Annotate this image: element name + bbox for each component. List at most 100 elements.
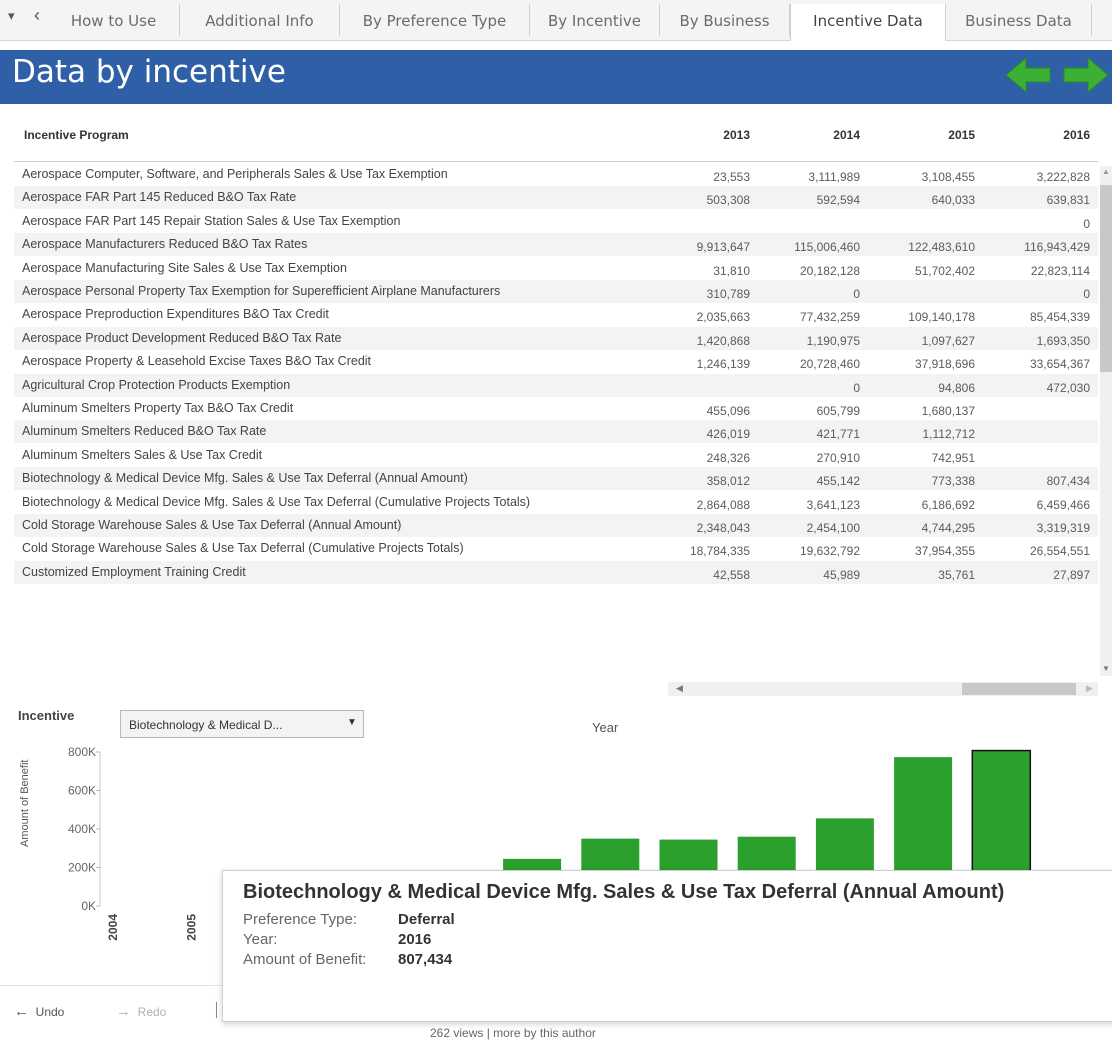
previous-arrow-icon[interactable] <box>1004 54 1054 96</box>
value-cell-2016: 0 <box>1083 216 1090 231</box>
tooltip-value: 2016 <box>398 931 432 948</box>
incentive-name-cell: Biotechnology & Medical Device Mfg. Sale… <box>22 494 531 509</box>
undo-button[interactable]: ← Undo <box>14 1003 64 1020</box>
column-header-2014[interactable]: 2014 <box>790 128 860 142</box>
tab-business-data[interactable]: Business Data <box>946 4 1092 36</box>
value-cell-2013: 18,784,335 <box>689 544 750 559</box>
scroll-right-icon[interactable]: ▶ <box>1086 683 1093 694</box>
tooltip-title: Biotechnology & Medical Device Mfg. Sale… <box>243 881 1005 903</box>
value-cell-2014: 592,594 <box>816 193 860 208</box>
column-header-2016[interactable]: 2016 <box>1020 128 1090 142</box>
value-cell-2013: 2,035,663 <box>696 310 750 325</box>
value-cell-2013: 503,308 <box>706 193 750 208</box>
table-row[interactable]: Aerospace Computer, Software, and Periph… <box>14 163 1098 186</box>
table-row[interactable]: Cold Storage Warehouse Sales & Use Tax D… <box>14 537 1098 560</box>
incentive-name-cell: Biotechnology & Medical Device Mfg. Sale… <box>22 471 468 486</box>
value-cell-2015: 37,918,696 <box>914 357 975 372</box>
table-row[interactable]: Biotechnology & Medical Device Mfg. Sale… <box>14 491 1098 514</box>
title-banner: Data by incentive <box>0 50 1112 104</box>
value-cell-2015: 51,702,402 <box>914 263 975 278</box>
next-arrow-icon[interactable] <box>1060 54 1112 96</box>
value-cell-2013: 23,553 <box>713 170 750 184</box>
table-row[interactable]: Aerospace Manufacturers Reduced B&O Tax … <box>14 233 1098 257</box>
value-cell-2014: 3,641,123 <box>806 497 860 512</box>
incentive-name-cell: Aerospace Computer, Software, and Periph… <box>22 167 448 181</box>
horizontal-scroll-thumb[interactable] <box>962 683 1076 695</box>
value-cell-2015: 742,951 <box>931 450 975 465</box>
redo-icon: → <box>116 1003 131 1020</box>
incentive-dropdown[interactable]: Biotechnology & Medical D... ▼ <box>120 710 364 738</box>
value-cell-2015: 6,186,692 <box>921 497 975 512</box>
value-cell-2014: 19,632,792 <box>799 544 860 559</box>
table-row[interactable]: Aerospace FAR Part 145 Repair Station Sa… <box>14 210 1098 233</box>
incentive-name-cell: Aerospace Manufacturing Site Sales & Use… <box>22 260 347 275</box>
tab-incentive-data[interactable]: Incentive Data <box>790 4 946 41</box>
value-cell-2016: 639,831 <box>1046 193 1090 208</box>
value-cell-2015: 773,338 <box>931 474 975 489</box>
incentive-name-cell: Agricultural Crop Protection Products Ex… <box>22 377 291 392</box>
column-header-2013[interactable]: 2013 <box>680 128 750 142</box>
table-row[interactable]: Biotechnology & Medical Device Mfg. Sale… <box>14 467 1098 491</box>
value-cell-2014: 0 <box>853 380 860 395</box>
value-cell-2013: 1,246,139 <box>696 357 750 372</box>
value-cell-2015: 1,097,627 <box>921 333 975 348</box>
tab-by-business[interactable]: By Business <box>660 4 790 36</box>
table-row[interactable]: Aerospace Property & Leasehold Excise Ta… <box>14 350 1098 373</box>
table-row[interactable]: Aerospace Manufacturing Site Sales & Use… <box>14 257 1098 280</box>
value-cell-2014: 0 <box>853 287 860 301</box>
tab-menu-icon[interactable]: ▾ <box>8 8 15 24</box>
redo-button[interactable]: → Redo <box>116 1003 166 1020</box>
value-cell-2014: 20,182,128 <box>799 263 860 278</box>
table-row[interactable]: Agricultural Crop Protection Products Ex… <box>14 373 1098 397</box>
y-tick-label: 400K <box>68 822 96 836</box>
value-cell-2015: 109,140,178 <box>908 310 975 325</box>
table-row[interactable]: Aerospace FAR Part 145 Reduced B&O Tax R… <box>14 186 1098 210</box>
incentive-name-cell: Aluminum Smelters Property Tax B&O Tax C… <box>22 401 294 415</box>
table-row[interactable]: Aerospace Preproduction Expenditures B&O… <box>14 303 1098 326</box>
table-row[interactable]: Aluminum Smelters Property Tax B&O Tax C… <box>14 397 1098 420</box>
y-tick-label: 200K <box>68 861 96 875</box>
tooltip-key: Amount of Benefit: <box>243 951 367 968</box>
table-row[interactable]: Aluminum Smelters Sales & Use Tax Credit… <box>14 444 1098 467</box>
tab-additional-info[interactable]: Additional Info <box>180 4 340 36</box>
value-cell-2016: 3,319,319 <box>1036 521 1090 535</box>
incentive-name-cell: Aerospace FAR Part 145 Reduced B&O Tax R… <box>22 190 297 205</box>
value-cell-2015: 35,761 <box>938 567 975 582</box>
scroll-down-icon[interactable]: ▼ <box>1102 664 1110 673</box>
table-row[interactable]: Aerospace Product Development Reduced B&… <box>14 326 1098 350</box>
column-header-program[interactable]: Incentive Program <box>24 128 129 142</box>
value-cell-2013: 2,348,043 <box>696 521 750 535</box>
x-tick-label: 2004 <box>106 914 120 941</box>
tab-how-to-use[interactable]: How to Use <box>48 4 180 36</box>
value-cell-2015: 640,033 <box>931 193 975 208</box>
value-cell-2014: 115,006,460 <box>794 240 860 255</box>
y-tick-label: 0K <box>81 899 96 913</box>
value-cell-2016: 0 <box>1083 287 1090 301</box>
x-tick-label: 2005 <box>184 914 198 941</box>
undo-icon: ← <box>14 1003 29 1020</box>
incentive-name-cell: Cold Storage Warehouse Sales & Use Tax D… <box>22 541 464 556</box>
scroll-up-icon[interactable]: ▲ <box>1102 167 1110 176</box>
table-row[interactable]: Aluminum Smelters Reduced B&O Tax Rate 42… <box>14 420 1098 444</box>
tab-by-preference-type[interactable]: By Preference Type <box>340 4 530 36</box>
vertical-scroll-thumb[interactable] <box>1100 185 1112 372</box>
incentive-name-cell: Aerospace FAR Part 145 Repair Station Sa… <box>22 213 401 228</box>
column-header-2015[interactable]: 2015 <box>905 128 975 142</box>
value-cell-2016: 22,823,114 <box>1030 263 1090 278</box>
y-tick-label: 600K <box>68 784 96 798</box>
incentive-name-cell: Aerospace Property & Leasehold Excise Ta… <box>22 354 372 369</box>
value-cell-2014: 20,728,460 <box>799 357 860 372</box>
table-row[interactable]: Aerospace Personal Property Tax Exemptio… <box>14 280 1098 303</box>
scroll-left-icon[interactable]: ◀ <box>676 683 683 694</box>
value-cell-2013: 455,096 <box>706 404 750 418</box>
footer-views[interactable]: 262 views | more by this author <box>430 1026 596 1040</box>
tab-back-icon[interactable]: ‹ <box>34 5 40 26</box>
value-cell-2016: 807,434 <box>1046 474 1090 489</box>
value-cell-2013: 42,558 <box>713 567 750 582</box>
value-cell-2014: 455,142 <box>816 474 860 489</box>
table-row[interactable]: Customized Employment Training Credit 42,… <box>14 560 1098 584</box>
tab-by-incentive[interactable]: By Incentive <box>530 4 660 36</box>
value-cell-2013: 426,019 <box>706 427 750 442</box>
table-row[interactable]: Cold Storage Warehouse Sales & Use Tax D… <box>14 514 1098 537</box>
value-cell-2013: 2,864,088 <box>696 497 750 512</box>
